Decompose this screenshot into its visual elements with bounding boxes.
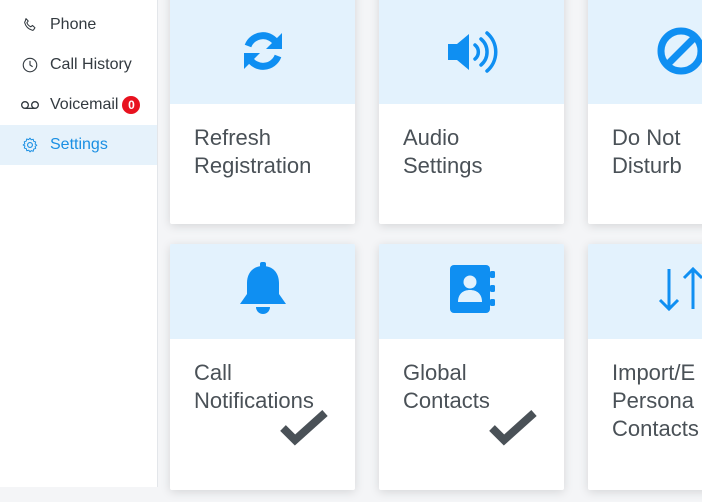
sidebar-item-label: Settings (50, 136, 108, 153)
phone-icon (20, 15, 40, 35)
block-icon (655, 25, 702, 82)
sidebar-item-call-history[interactable]: Call History (0, 45, 157, 85)
tile-label: Global Contacts (403, 360, 490, 413)
refresh-icon (237, 25, 289, 82)
tile-label: Call Notifications (194, 360, 314, 413)
sidebar-item-phone[interactable]: Phone (0, 5, 157, 45)
tile-refresh-registration[interactable]: Refresh Registration (170, 0, 355, 224)
tile-do-not-disturb[interactable]: Do Not Disturb (588, 0, 702, 224)
tile-call-notifications[interactable]: Call Notifications (170, 244, 355, 490)
tile-icon-area (379, 244, 564, 339)
tile-import-export-personal-contacts[interactable]: Import/E Persona Contacts (588, 244, 702, 490)
voicemail-count-badge: 0 (122, 96, 141, 114)
sidebar: Phone Call History Voicemail 0 Settings (0, 0, 158, 487)
settings-tile-grid: Refresh Registration Audio Settings Do N… (158, 0, 702, 502)
tile-audio-settings[interactable]: Audio Settings (379, 0, 564, 224)
tile-label: Do Not Disturb (612, 125, 682, 178)
tile-label: Audio Settings (403, 125, 483, 178)
checkmark-icon (488, 409, 538, 452)
speaker-icon (444, 27, 500, 82)
bell-icon (235, 260, 291, 323)
clock-icon (20, 55, 40, 75)
sidebar-item-settings[interactable]: Settings (0, 125, 157, 165)
tile-icon-area (170, 244, 355, 339)
tile-label: Import/E Persona Contacts (612, 360, 699, 441)
sidebar-item-label: Phone (50, 16, 97, 33)
sidebar-item-voicemail[interactable]: Voicemail 0 (0, 85, 157, 125)
tile-icon-area (588, 0, 702, 104)
checkmark-icon (279, 409, 329, 452)
tile-icon-area (379, 0, 564, 104)
voicemail-icon (20, 95, 40, 115)
sidebar-item-label: Voicemail (50, 96, 119, 113)
tile-icon-area (170, 0, 355, 104)
tile-global-contacts[interactable]: Global Contacts (379, 244, 564, 490)
tile-label: Refresh Registration (194, 125, 312, 178)
transfer-arrows-icon (655, 263, 702, 320)
gear-icon (20, 135, 40, 155)
contacts-book-icon (445, 262, 499, 321)
tile-icon-area (588, 244, 702, 339)
sidebar-item-label: Call History (50, 56, 132, 73)
